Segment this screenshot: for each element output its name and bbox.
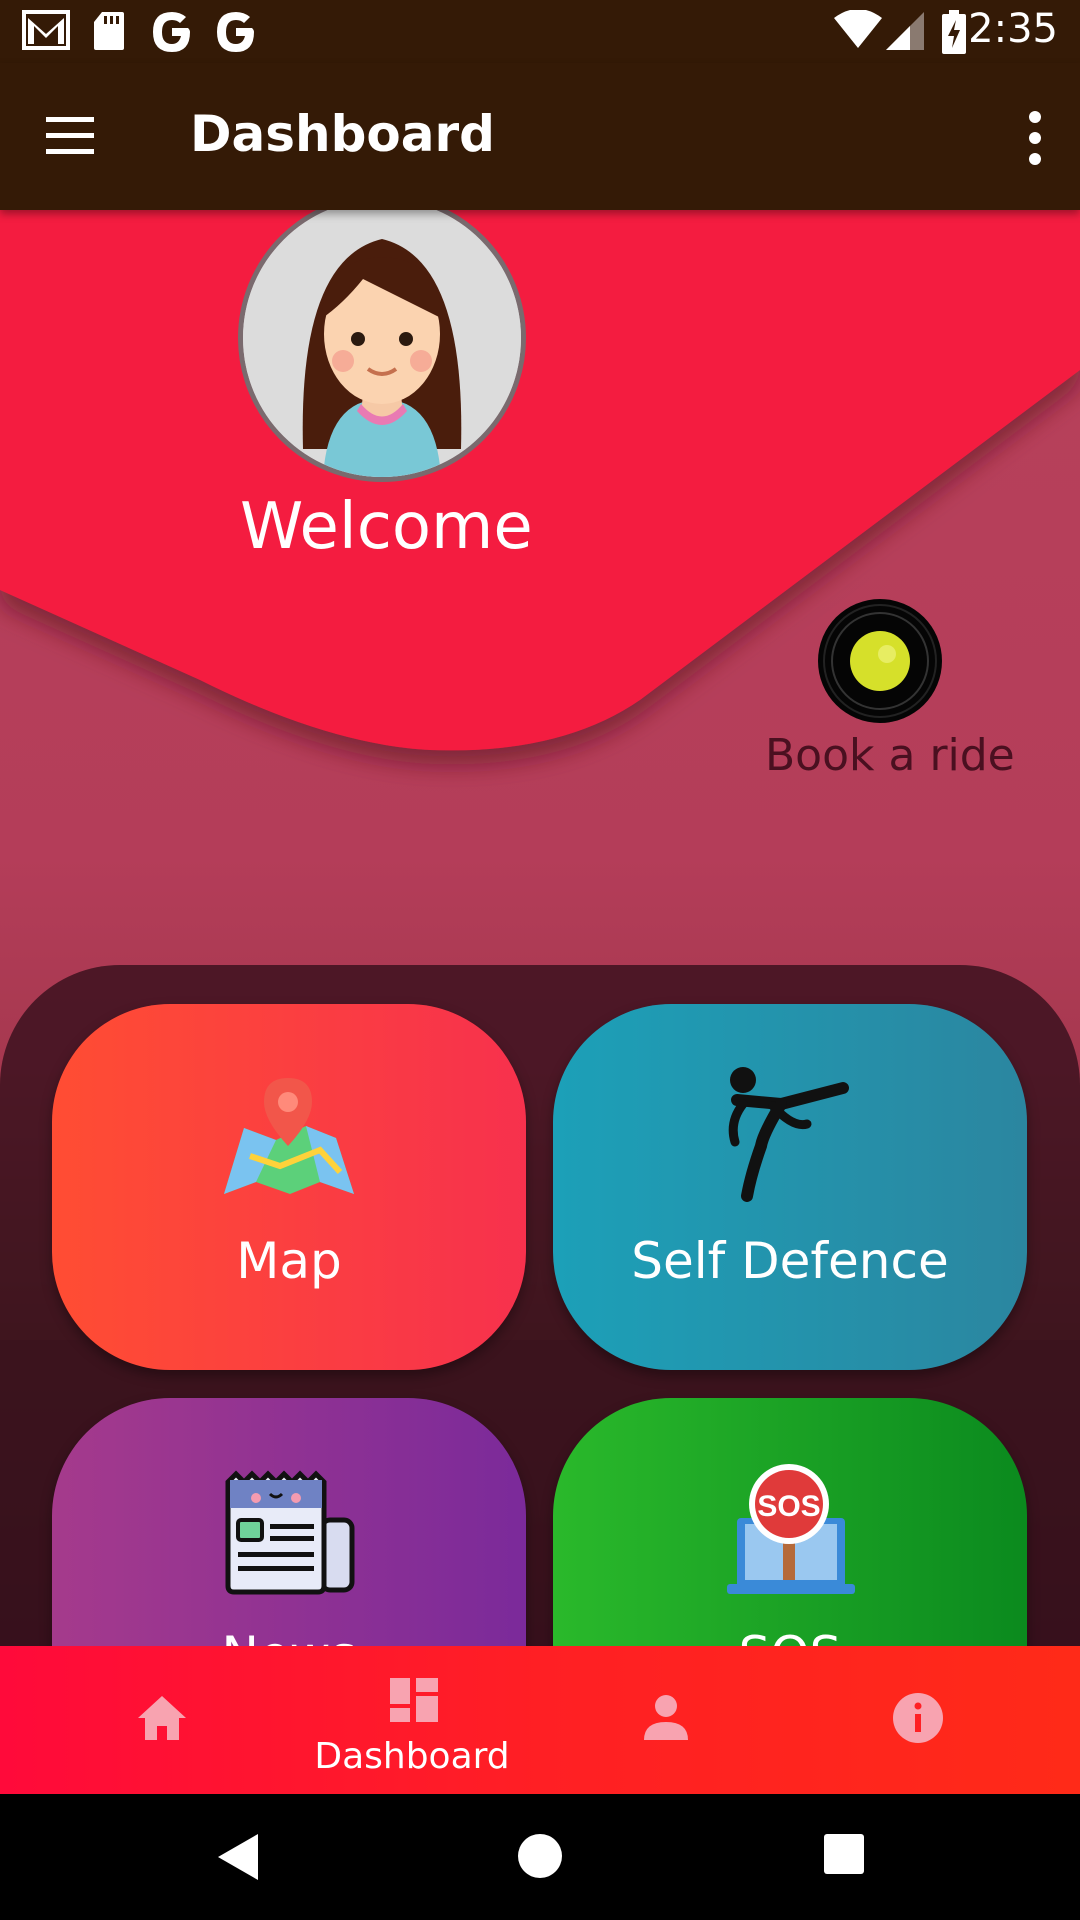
system-navigation-bar (0, 1794, 1080, 1920)
gmail-icon (22, 10, 70, 50)
girl-avatar-icon (243, 210, 521, 477)
person-icon (644, 1695, 688, 1740)
book-ride-label[interactable]: Book a ride (765, 730, 1015, 781)
recents-icon[interactable] (822, 1832, 866, 1876)
signal-icon (886, 12, 924, 50)
more-vert-icon[interactable] (1010, 103, 1060, 173)
nav-dashboard-label: Dashboard (314, 1736, 510, 1777)
welcome-text: Welcome (240, 490, 533, 564)
back-icon[interactable] (214, 1832, 260, 1882)
svg-text:SOS: SOS (757, 1490, 820, 1523)
nav-info[interactable] (816, 1646, 1016, 1794)
status-bar: 2:35 (0, 0, 1080, 63)
news-card-label: News (52, 1626, 526, 1646)
page-title: Dashboard (190, 105, 495, 163)
hamburger-menu-icon[interactable] (42, 111, 98, 161)
map-card[interactable]: Map (52, 1004, 526, 1370)
karate-kick-icon (728, 1067, 849, 1202)
dashboard-content: Welcome Book a ride Map Self Defence SOS (0, 210, 1080, 1646)
app-bar: Dashboard (0, 63, 1080, 210)
info-icon (893, 1693, 943, 1743)
nav-home[interactable] (60, 1646, 260, 1794)
status-time: 2:35 (968, 6, 1058, 52)
map-card-label: Map (236, 1232, 342, 1290)
nav-dashboard[interactable]: Dashboard (312, 1646, 512, 1794)
google-icon (217, 12, 254, 52)
sd-card-icon (94, 12, 124, 50)
ride-logo-icon[interactable] (815, 596, 945, 726)
home-circle-icon[interactable] (516, 1832, 564, 1880)
news-card[interactable]: News (52, 1398, 526, 1646)
bottom-navigation: Dashboard (0, 1646, 1080, 1794)
wifi-icon (834, 10, 882, 48)
newspaper-icon (225, 1470, 355, 1595)
sos-sign-icon: SOS (727, 1464, 855, 1594)
nav-profile[interactable] (564, 1646, 764, 1794)
battery-charging-icon (942, 10, 966, 54)
self-defence-card-label: Self Defence (631, 1232, 949, 1290)
self-defence-card[interactable]: Self Defence (553, 1004, 1027, 1370)
map-pin-icon (224, 1078, 354, 1194)
home-icon (138, 1696, 186, 1740)
sos-card[interactable]: SOS SOS (553, 1398, 1027, 1646)
sos-card-label: SOS (553, 1626, 1027, 1646)
dashboard-icon (390, 1678, 438, 1722)
google-icon (153, 12, 190, 52)
